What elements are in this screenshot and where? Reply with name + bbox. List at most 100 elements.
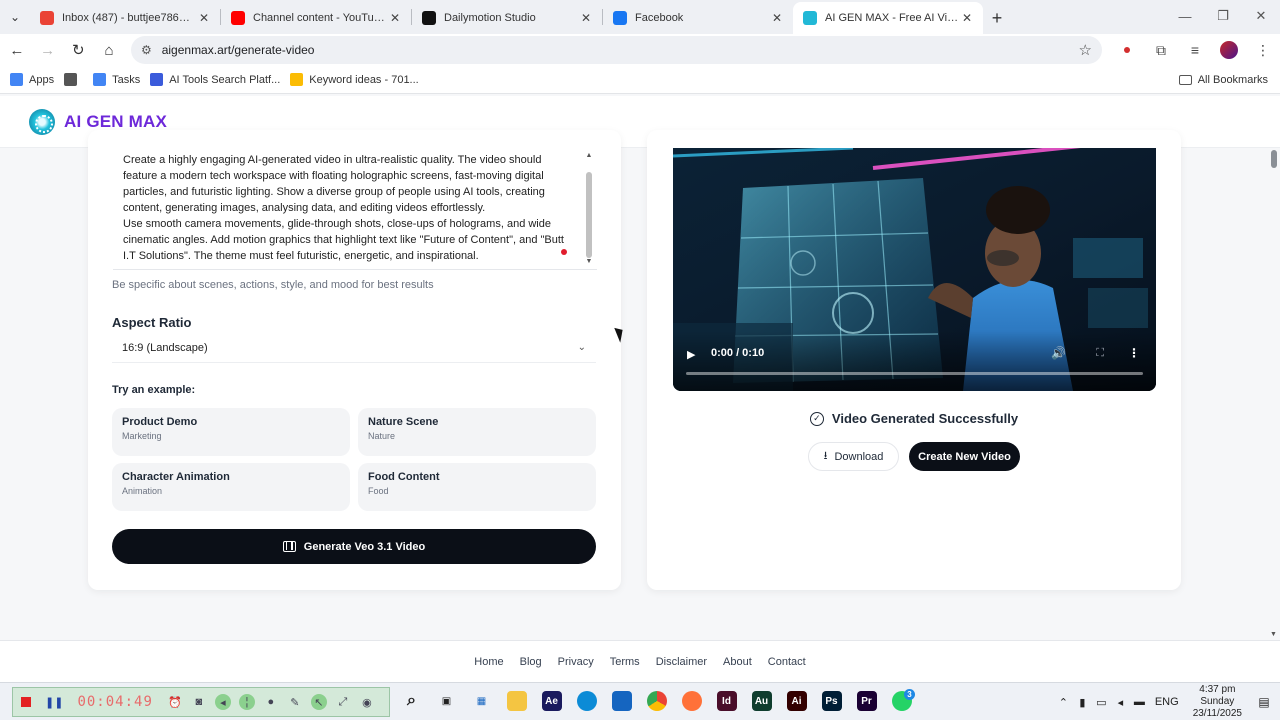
fullscreen-icon[interactable]: ⛶ xyxy=(1096,347,1104,360)
download-button[interactable]: ⭳ Download xyxy=(808,442,899,471)
microphone-tray-icon[interactable]: ▮ xyxy=(1073,696,1092,709)
more-options-icon[interactable]: ⋮ xyxy=(1128,346,1140,360)
profile-avatar[interactable] xyxy=(1212,36,1246,64)
footer-link-terms[interactable]: Terms xyxy=(610,656,640,668)
expand-icon[interactable]: ⤢ xyxy=(335,694,351,710)
tab-search-chevron-icon[interactable]: ⌄ xyxy=(0,0,30,34)
example-nature-scene[interactable]: Nature Scene Nature xyxy=(358,408,596,456)
browser-tab[interactable]: Inbox (487) - buttjee786@gmail.com✕ xyxy=(30,2,220,34)
firefox-icon[interactable] xyxy=(678,687,705,715)
browser-tab[interactable]: AI GEN MAX - Free AI Video Generator✕ xyxy=(793,2,983,34)
generate-video-button[interactable]: Generate Veo 3.1 Video xyxy=(112,529,596,564)
network-icon[interactable]: ▭ xyxy=(1092,696,1111,709)
footer-link-blog[interactable]: Blog xyxy=(520,656,542,668)
extensions-puzzle-icon[interactable]: ⧉ xyxy=(1144,36,1178,64)
photoshop-icon[interactable]: Ps xyxy=(818,687,845,715)
show-hidden-icons-icon[interactable]: ⌃ xyxy=(1054,696,1073,709)
after-effects-icon[interactable]: Ae xyxy=(538,687,565,715)
page-scrollbar[interactable]: ▼ xyxy=(1268,148,1280,638)
footer-link-home[interactable]: Home xyxy=(474,656,503,668)
play-icon[interactable]: ▶ xyxy=(687,348,695,361)
volume-icon[interactable]: 🔊 xyxy=(1051,346,1066,360)
audition-icon[interactable]: Au xyxy=(748,687,775,715)
close-tab-icon[interactable]: ✕ xyxy=(959,11,975,25)
task-view-icon[interactable]: ▣ xyxy=(433,687,460,715)
bookmark-item[interactable]: AI Tools Search Platf... xyxy=(150,69,280,91)
cursor-icon[interactable]: ↖ xyxy=(310,694,327,710)
example-character-animation[interactable]: Character Animation Animation xyxy=(112,463,350,511)
new-tab-button[interactable]: + xyxy=(983,2,1011,34)
close-window-button[interactable]: ✕ xyxy=(1242,0,1280,32)
brand-name[interactable]: AI GEN MAX xyxy=(64,112,167,132)
video-player[interactable]: ▶ 0:00 / 0:10 🔊 ⛶ ⋮ xyxy=(673,148,1156,391)
forward-icon[interactable]: → xyxy=(34,36,62,64)
aigenmax-icon xyxy=(803,11,817,25)
webcam-icon[interactable]: ● xyxy=(263,694,279,710)
page-scroll-down-icon[interactable]: ▼ xyxy=(1270,631,1277,638)
browser-tab[interactable]: Channel content - YouTube Studio✕ xyxy=(221,2,411,34)
close-tab-icon[interactable]: ✕ xyxy=(578,11,594,25)
address-bar[interactable]: ⚙ aigenmax.art/generate-video ☆ xyxy=(130,36,1102,64)
restore-button[interactable]: ❐ xyxy=(1204,0,1242,32)
aspect-ratio-select[interactable]: 16:9 (Landscape) ⌄ xyxy=(112,333,596,363)
page-scroll-thumb[interactable] xyxy=(1271,150,1277,168)
aigenmax-logo-icon[interactable] xyxy=(29,108,55,135)
widgets-icon[interactable]: ▦ xyxy=(468,687,495,715)
edge-icon[interactable] xyxy=(573,687,600,715)
reload-icon[interactable]: ↻ xyxy=(64,36,92,64)
whatsapp-icon[interactable]: 3 xyxy=(888,687,915,715)
site-info-icon[interactable]: ⚙ xyxy=(141,43,152,57)
taskbar-clock[interactable]: 4:37 pm Sunday 23/11/2025 xyxy=(1193,684,1242,720)
illustrator-icon[interactable]: Ai xyxy=(783,687,810,715)
bookmark-item[interactable] xyxy=(64,69,83,91)
stop-recording-icon[interactable] xyxy=(21,697,31,707)
footer-link-privacy[interactable]: Privacy xyxy=(558,656,594,668)
footer-link-contact[interactable]: Contact xyxy=(768,656,806,668)
bookmark-star-icon[interactable]: ☆ xyxy=(1079,41,1092,59)
bookmark-item[interactable]: Keyword ideas - 701... xyxy=(290,69,419,91)
browser-menu-icon[interactable]: ⋮ xyxy=(1246,36,1280,64)
search-icon[interactable]: ⌕ xyxy=(398,687,425,715)
pen-icon[interactable]: ✎ xyxy=(287,694,303,710)
volume-tray-icon[interactable]: ◂ xyxy=(1111,696,1130,709)
footer-link-about[interactable]: About xyxy=(723,656,752,668)
video-progress-bar[interactable] xyxy=(686,372,1143,375)
store-icon[interactable] xyxy=(608,687,635,715)
media-controls-icon[interactable]: ≡ xyxy=(1178,36,1212,64)
footer-link-disclaimer[interactable]: Disclaimer xyxy=(656,656,707,668)
create-new-video-button[interactable]: Create New Video xyxy=(909,442,1020,471)
browser-tab[interactable]: Dailymotion Studio ✕ xyxy=(412,2,602,34)
premiere-icon[interactable]: Pr xyxy=(853,687,880,715)
extension-red-dot-icon[interactable] xyxy=(1110,36,1144,64)
all-bookmarks-folder[interactable]: All Bookmarks xyxy=(1178,70,1268,90)
speaker-icon[interactable]: ◂ xyxy=(214,694,231,710)
alarm-icon[interactable]: ⏰ xyxy=(167,694,183,710)
close-tab-icon[interactable]: ✕ xyxy=(387,11,403,25)
camera-icon[interactable]: ◙ xyxy=(191,694,207,710)
bookmark-item[interactable]: Apps xyxy=(10,69,54,91)
pause-recording-icon[interactable]: ❚❚ xyxy=(45,696,63,709)
scroll-down-icon[interactable]: ▼ xyxy=(585,258,593,266)
battery-icon[interactable]: ▬ xyxy=(1130,696,1149,708)
example-food-content[interactable]: Food Content Food xyxy=(358,463,596,511)
home-icon[interactable]: ⌂ xyxy=(95,36,123,64)
language-indicator[interactable]: ENG xyxy=(1155,696,1179,708)
bookmark-item[interactable]: Tasks xyxy=(93,69,140,91)
close-tab-icon[interactable]: ✕ xyxy=(196,11,212,25)
eye-icon[interactable]: ◉ xyxy=(359,694,375,710)
minimize-button[interactable]: — xyxy=(1166,0,1204,32)
browser-tab[interactable]: Facebook ✕ xyxy=(603,2,793,34)
url-text[interactable]: aigenmax.art/generate-video xyxy=(162,43,1079,57)
example-product-demo[interactable]: Product Demo Marketing xyxy=(112,408,350,456)
scroll-thumb[interactable] xyxy=(586,172,592,258)
prompt-textarea[interactable]: Create a highly engaging AI-generated vi… xyxy=(113,148,597,270)
back-icon[interactable]: ← xyxy=(3,36,31,64)
notification-icon[interactable]: ▤ xyxy=(1252,695,1276,709)
indesign-icon[interactable]: Id xyxy=(713,687,740,715)
chrome-icon[interactable] xyxy=(643,687,670,715)
file-explorer-icon[interactable] xyxy=(503,687,530,715)
textarea-scrollbar[interactable]: ▲ ▼ xyxy=(585,152,593,266)
close-tab-icon[interactable]: ✕ xyxy=(769,11,785,25)
scroll-up-icon[interactable]: ▲ xyxy=(585,152,593,160)
microphone-icon[interactable]: ¦ xyxy=(238,694,255,710)
